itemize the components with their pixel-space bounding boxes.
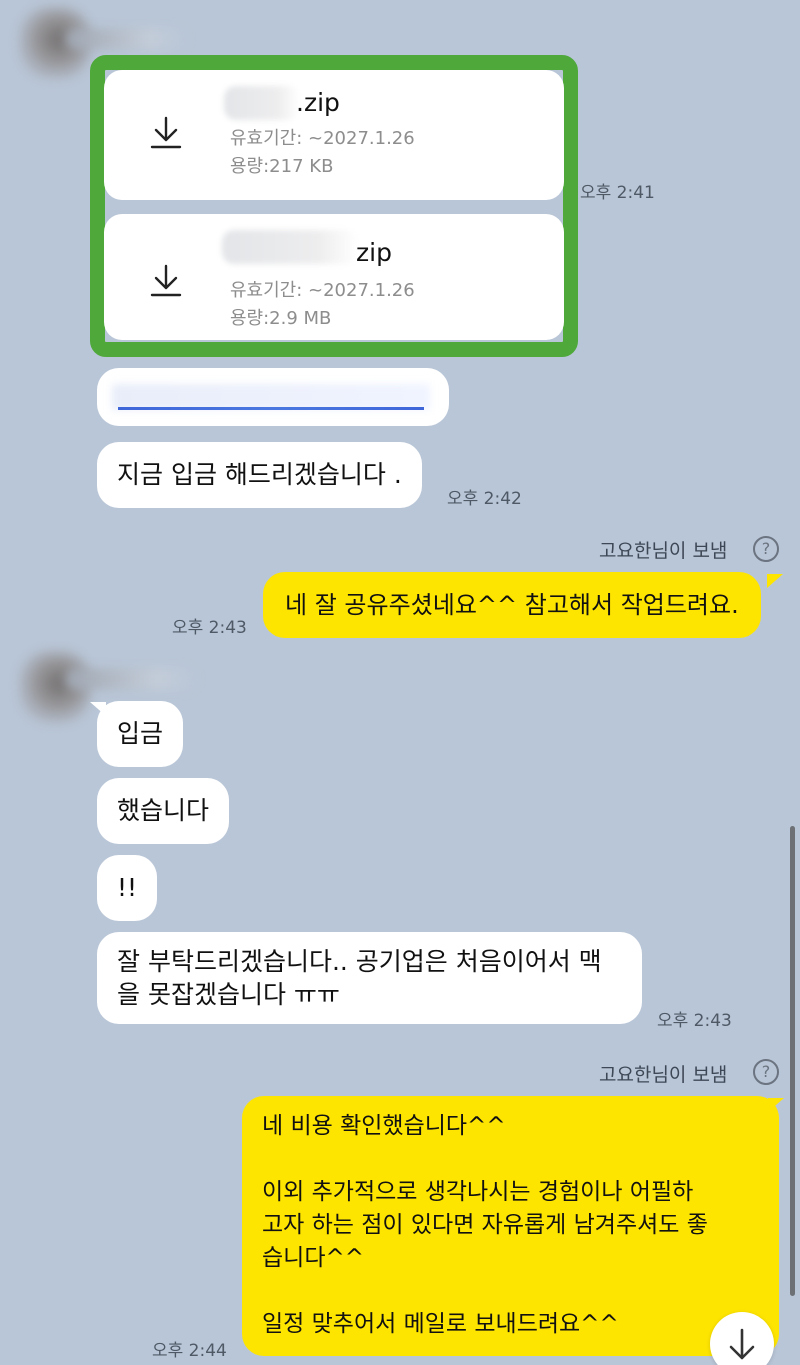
- link-underline[interactable]: [118, 407, 424, 410]
- timestamp: 오후 2:42: [447, 489, 522, 509]
- message-line: 일정 맞추어서 메일로 보내드려요^^: [262, 1311, 619, 1337]
- message-line: 고자 하는 점이 있다면 자유롭게 남겨주셔도 좋: [262, 1212, 708, 1238]
- sender-name: [66, 668, 196, 690]
- message-bubble: 입금: [97, 701, 184, 767]
- filename-redacted: [224, 86, 300, 120]
- download-icon[interactable]: [148, 116, 184, 150]
- my-message-bubble: 네 비용 확인했습니다^^ 이외 추가적으로 생각나시는 경험이나 어필하 고자…: [242, 1096, 779, 1356]
- timestamp: 오후 2:43: [172, 618, 247, 638]
- timestamp: 오후 2:43: [657, 1011, 732, 1031]
- chat-view: .zip 유효기간: ~2027.1.26 용량:217 KB zip 유효기간…: [0, 0, 800, 1365]
- message-line: 을 못잡겠습니다 ㅠㅠ: [117, 980, 340, 1009]
- filename-redacted: [222, 230, 358, 264]
- message-line: 습니다^^: [262, 1245, 365, 1271]
- bubble-tail: [767, 574, 783, 588]
- sent-by-label: 고요한님이 보냄: [599, 540, 728, 562]
- file-name: zip: [356, 238, 392, 267]
- help-icon[interactable]: ?: [753, 536, 779, 562]
- download-icon[interactable]: [148, 264, 184, 298]
- message-bubble: 지금 입금 해드리겠습니다 .: [97, 442, 422, 508]
- file-size: 용량:217 KB: [230, 156, 334, 177]
- arrow-down-icon: [729, 1328, 755, 1360]
- scrollbar[interactable]: [790, 826, 795, 1296]
- sent-by-label: 고요한님이 보냄: [599, 1064, 728, 1086]
- my-message-bubble: 네 잘 공유주셨네요^^ 참고해서 작업드려요.: [263, 572, 761, 638]
- file-size: 용량:2.9 MB: [230, 308, 332, 329]
- file-attachment[interactable]: zip 유효기간: ~2027.1.26 용량:2.9 MB: [104, 214, 564, 340]
- bubble-tail: [768, 1098, 784, 1112]
- file-name: .zip: [296, 88, 340, 117]
- message-line: 잘 부탁드리겠습니다.. 공기업은 처음이어서 맥: [117, 947, 602, 976]
- file-expiry: 유효기간: ~2027.1.26: [230, 280, 415, 301]
- help-icon[interactable]: ?: [753, 1059, 779, 1085]
- message-bubble: !!: [97, 855, 158, 921]
- file-attachment[interactable]: .zip 유효기간: ~2027.1.26 용량:217 KB: [104, 70, 564, 200]
- message-bubble: 잘 부탁드리겠습니다.. 공기업은 처음이어서 맥 을 못잡겠습니다 ㅠㅠ: [97, 932, 642, 1024]
- timestamp: 오후 2:44: [152, 1341, 227, 1361]
- sender-name: [66, 28, 186, 50]
- message-bubble: 했습니다: [97, 778, 230, 844]
- scroll-to-bottom-button[interactable]: [710, 1312, 774, 1365]
- timestamp: 오후 2:41: [580, 183, 655, 203]
- message-line: 네 비용 확인했습니다^^: [262, 1113, 506, 1139]
- file-expiry: 유효기간: ~2027.1.26: [230, 128, 415, 149]
- message-line: 이외 추가적으로 생각나시는 경험이나 어필하: [262, 1179, 694, 1205]
